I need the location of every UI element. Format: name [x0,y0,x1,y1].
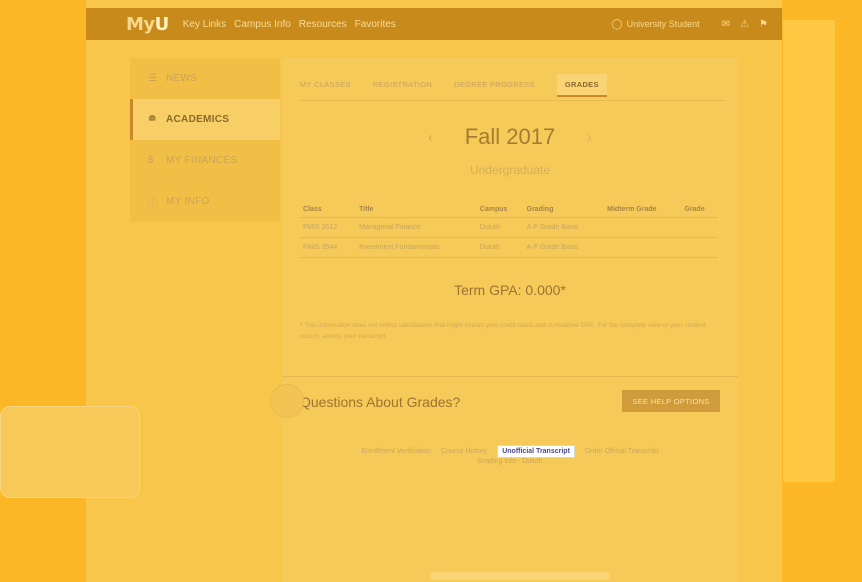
flag-icon[interactable]: ⚑ [759,19,768,30]
app-frame: MyU Key Links Campus Info Resources Favo… [86,0,782,582]
column-header: Midterm Grade [604,202,682,218]
user-menu[interactable]: ◯ University Student [611,19,699,30]
dollar-icon: $ [148,155,154,166]
footer-bar [430,572,610,580]
sidebar-item-my-info[interactable]: ⓘ MY INFO [130,181,280,222]
nav-campus-info[interactable]: Campus Info [234,19,291,30]
term-title: Fall 2017 [464,124,556,149]
class-code: FMIS 3544 [300,237,357,258]
class-midterm-grade [604,217,682,238]
column-header: Grading [523,202,605,218]
sidebar-item-academics[interactable]: ≘ ACADEMICS [130,99,280,140]
column-header: Title [356,202,477,218]
gpa-disclaimer: * This information does not reflect calc… [300,322,706,340]
next-term-chevron-icon[interactable]: › [587,129,592,146]
class-grading: A-F Grade Basis [523,237,605,258]
mail-icon[interactable]: ✉ [722,19,730,30]
class-grade [681,237,718,258]
info-icon: ⓘ [148,198,159,209]
class-grade [681,217,718,238]
class-campus: Duluth [476,217,524,238]
previous-term-chevron-icon[interactable]: ‹ [428,129,433,146]
tab-degree-progress[interactable]: DEGREE PROGRESS [454,80,535,97]
column-header: Class [300,202,357,218]
tab-my-classes[interactable]: MY CLASSES [300,80,351,97]
link-grading-info-duluth[interactable]: Grading Info - Duluth [478,458,543,465]
table-row: FMIS 3512 Managerial Finance Duluth A-F … [300,217,718,238]
grades-table: Class Title Campus Grading Midterm Grade… [300,202,718,258]
nav-favorites[interactable]: Favorites [355,19,396,30]
table-header-row: Class Title Campus Grading Midterm Grade… [300,202,718,218]
overlay-right-panel [783,20,835,482]
alert-triangle-icon[interactable]: ⚠ [740,19,749,30]
sidebar-item-my-finances[interactable]: $ MY FINANCES [130,140,280,181]
link-order-official-transcript[interactable]: Order Official Transcript [585,448,659,455]
link-enrollment-verification[interactable]: Enrollment Verification [361,448,431,455]
user-circle-icon: ◯ [611,18,623,30]
term-selector: ‹ Fall 2017 › [282,124,738,150]
graduation-cap-icon: ≘ [148,114,157,125]
column-header: Campus [476,202,524,218]
top-navigation-bar: MyU Key Links Campus Info Resources Favo… [86,8,782,40]
tab-registration[interactable]: REGISTRATION [373,80,432,97]
academics-tabs: MY CLASSES REGISTRATION DEGREE PROGRESS … [300,74,629,97]
class-title: Investment Fundamentals [356,237,477,258]
overlay-highlight-box [0,406,140,498]
overlay-focus-circle [270,384,304,418]
myu-logo[interactable]: MyU [126,14,169,35]
sidebar-item-news[interactable]: ☰ NEWS [130,58,280,99]
class-midterm-grade [604,237,682,258]
link-course-history[interactable]: Course History [441,448,487,455]
class-campus: Duluth [476,237,524,258]
class-title: Managerial Finance [356,217,477,238]
user-name: University Student [626,19,700,29]
nav-resources[interactable]: Resources [299,19,347,30]
term-gpa: Term GPA: 0.000* [454,282,566,298]
news-icon: ☰ [148,73,158,84]
grade-quick-links: Enrollment Verification Course History U… [320,445,700,467]
column-header: Grade [681,202,718,218]
see-help-options-button[interactable]: SEE HELP OPTIONS [622,390,720,412]
class-code: FMIS 3512 [300,217,357,238]
sidebar: ☰ NEWS ≘ ACADEMICS $ MY FINANCES ⓘ MY IN… [130,58,280,222]
class-grading: A-F Grade Basis [523,217,605,238]
link-unofficial-transcript[interactable]: Unofficial Transcript [497,445,575,458]
tab-grades[interactable]: GRADES [556,74,607,97]
section-divider [282,376,738,377]
tab-divider [300,100,725,101]
questions-heading: Questions About Grades? [300,394,461,410]
career-level: Undergraduate [469,163,551,177]
nav-key-links[interactable]: Key Links [183,19,226,30]
table-row: FMIS 3544 Investment Fundamentals Duluth… [300,237,718,258]
academics-panel: MY CLASSES REGISTRATION DEGREE PROGRESS … [282,58,738,582]
